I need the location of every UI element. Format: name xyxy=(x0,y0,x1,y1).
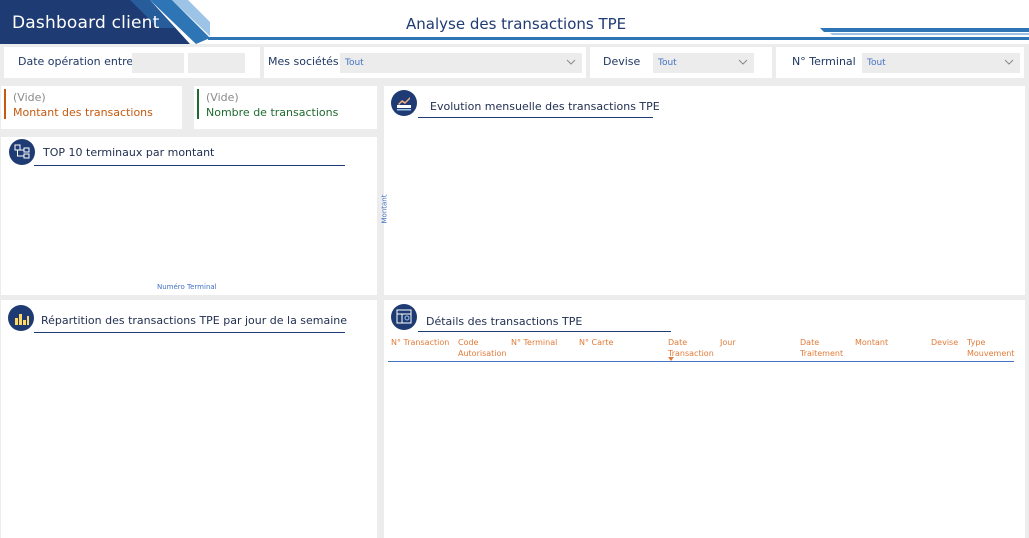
column-header-devise[interactable]: Devise xyxy=(931,337,963,348)
evolution-title: Evolution mensuelle des transactions TPE xyxy=(430,100,660,113)
societes-label: Mes sociétés xyxy=(268,55,339,68)
table-header-divider xyxy=(388,361,1014,362)
kpi-accent-bar xyxy=(4,89,6,119)
column-header-jour[interactable]: Jour xyxy=(720,337,770,348)
org-chart-icon xyxy=(9,139,35,165)
repartition-panel xyxy=(1,300,377,538)
terminal-filter: N° Terminal Tout xyxy=(776,47,1024,78)
brand-title: Dashboard client xyxy=(12,13,160,33)
kpi-montant-label: Montant des transactions xyxy=(13,106,153,119)
terminal-label: N° Terminal xyxy=(792,55,856,68)
date-end-input[interactable] xyxy=(188,53,245,73)
terminal-select[interactable]: Tout xyxy=(862,53,1020,73)
devise-filter: Devise Tout xyxy=(590,47,772,78)
chevron-down-icon xyxy=(738,59,748,65)
date-filter-label: Date opération entre xyxy=(18,55,134,68)
societes-filter: Mes sociétés Tout xyxy=(264,47,586,78)
kpi-montant-value: (Vide) xyxy=(13,91,46,104)
details-title: Détails des transactions TPE xyxy=(426,315,583,328)
evolution-y-axis-label: Montant xyxy=(380,194,389,224)
column-header-montant[interactable]: Montant xyxy=(855,337,905,348)
column-header-date-traitement[interactable]: Date Traitement xyxy=(800,337,850,359)
bar-chart-icon xyxy=(8,305,34,331)
societes-select-value: Tout xyxy=(345,58,364,68)
devise-select-value: Tout xyxy=(658,58,677,68)
column-header-carte[interactable]: N° Carte xyxy=(579,337,634,348)
details-panel xyxy=(384,300,1025,538)
column-header-transaction[interactable]: N° Transaction xyxy=(391,337,453,348)
top10-panel xyxy=(1,137,377,295)
column-header-date-transaction[interactable]: Date Transaction xyxy=(668,337,718,359)
column-header-terminal[interactable]: N° Terminal xyxy=(511,337,571,348)
chevron-down-icon xyxy=(566,59,576,65)
evolution-underline xyxy=(418,117,653,118)
repartition-underline xyxy=(34,332,345,333)
top10-underline xyxy=(34,165,345,166)
kpi-nombre-value: (Vide) xyxy=(206,91,239,104)
repartition-title: Répartition des transactions TPE par jou… xyxy=(41,314,348,327)
kpi-accent-bar xyxy=(197,89,199,119)
date-filter: Date opération entre et xyxy=(4,47,260,78)
kpi-nombre-card: (Vide) Nombre de transactions xyxy=(194,86,377,129)
header-decoration xyxy=(820,28,1029,35)
header: Dashboard client Analyse des transaction… xyxy=(0,0,1029,44)
details-underline xyxy=(418,331,671,332)
date-start-input[interactable] xyxy=(132,53,184,73)
devise-select[interactable]: Tout xyxy=(653,53,754,73)
kpi-nombre-label: Nombre de transactions xyxy=(206,106,339,119)
chevron-down-icon xyxy=(1004,59,1014,65)
trend-icon xyxy=(391,90,417,116)
page-title: Analyse des transactions TPE xyxy=(406,15,627,33)
table-icon xyxy=(391,304,417,330)
top10-title: TOP 10 terminaux par montant xyxy=(43,146,215,159)
devise-label: Devise xyxy=(603,55,641,68)
terminal-select-value: Tout xyxy=(867,58,886,68)
top10-x-axis-label: Numéro Terminal xyxy=(157,283,217,291)
societes-select[interactable]: Tout xyxy=(340,53,582,73)
kpi-montant-card: (Vide) Montant des transactions xyxy=(1,86,182,129)
column-header-autorisation[interactable]: Code Autorisation xyxy=(458,337,508,359)
column-header-type-mouvement[interactable]: Type Mouvement xyxy=(967,337,1017,359)
